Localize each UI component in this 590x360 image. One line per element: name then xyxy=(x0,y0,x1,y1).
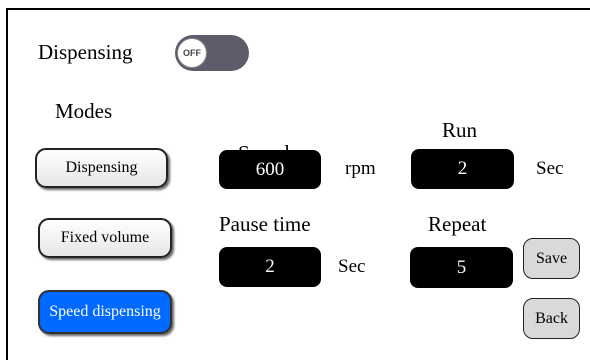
run-unit: Sec xyxy=(536,158,564,179)
modes-label: Modes xyxy=(55,99,113,123)
pause-time-unit: Sec xyxy=(338,256,366,277)
pause-time-value-field[interactable]: 2 xyxy=(219,247,321,287)
mode-speed-dispensing-button[interactable]: Speed dispensing xyxy=(38,290,172,334)
repeat-label: Repeat xyxy=(428,212,487,236)
page-title: Dispensing xyxy=(38,40,133,64)
pause-time-label: Pause time xyxy=(219,212,311,236)
speed-unit: rpm xyxy=(345,158,376,179)
toggle-knob: OFF xyxy=(177,38,207,68)
mode-fixed-volume-button[interactable]: Fixed volume xyxy=(38,218,172,258)
back-button[interactable]: Back xyxy=(523,298,580,339)
save-button[interactable]: Save xyxy=(523,238,580,279)
repeat-value-field[interactable]: 5 xyxy=(410,247,513,288)
speed-value-field[interactable]: 600 xyxy=(219,150,321,189)
run-label: Run xyxy=(442,118,478,142)
run-value-field[interactable]: 2 xyxy=(411,149,514,189)
mode-dispensing-button[interactable]: Dispensing xyxy=(35,148,168,188)
dispensing-toggle[interactable]: OFF xyxy=(175,35,249,71)
